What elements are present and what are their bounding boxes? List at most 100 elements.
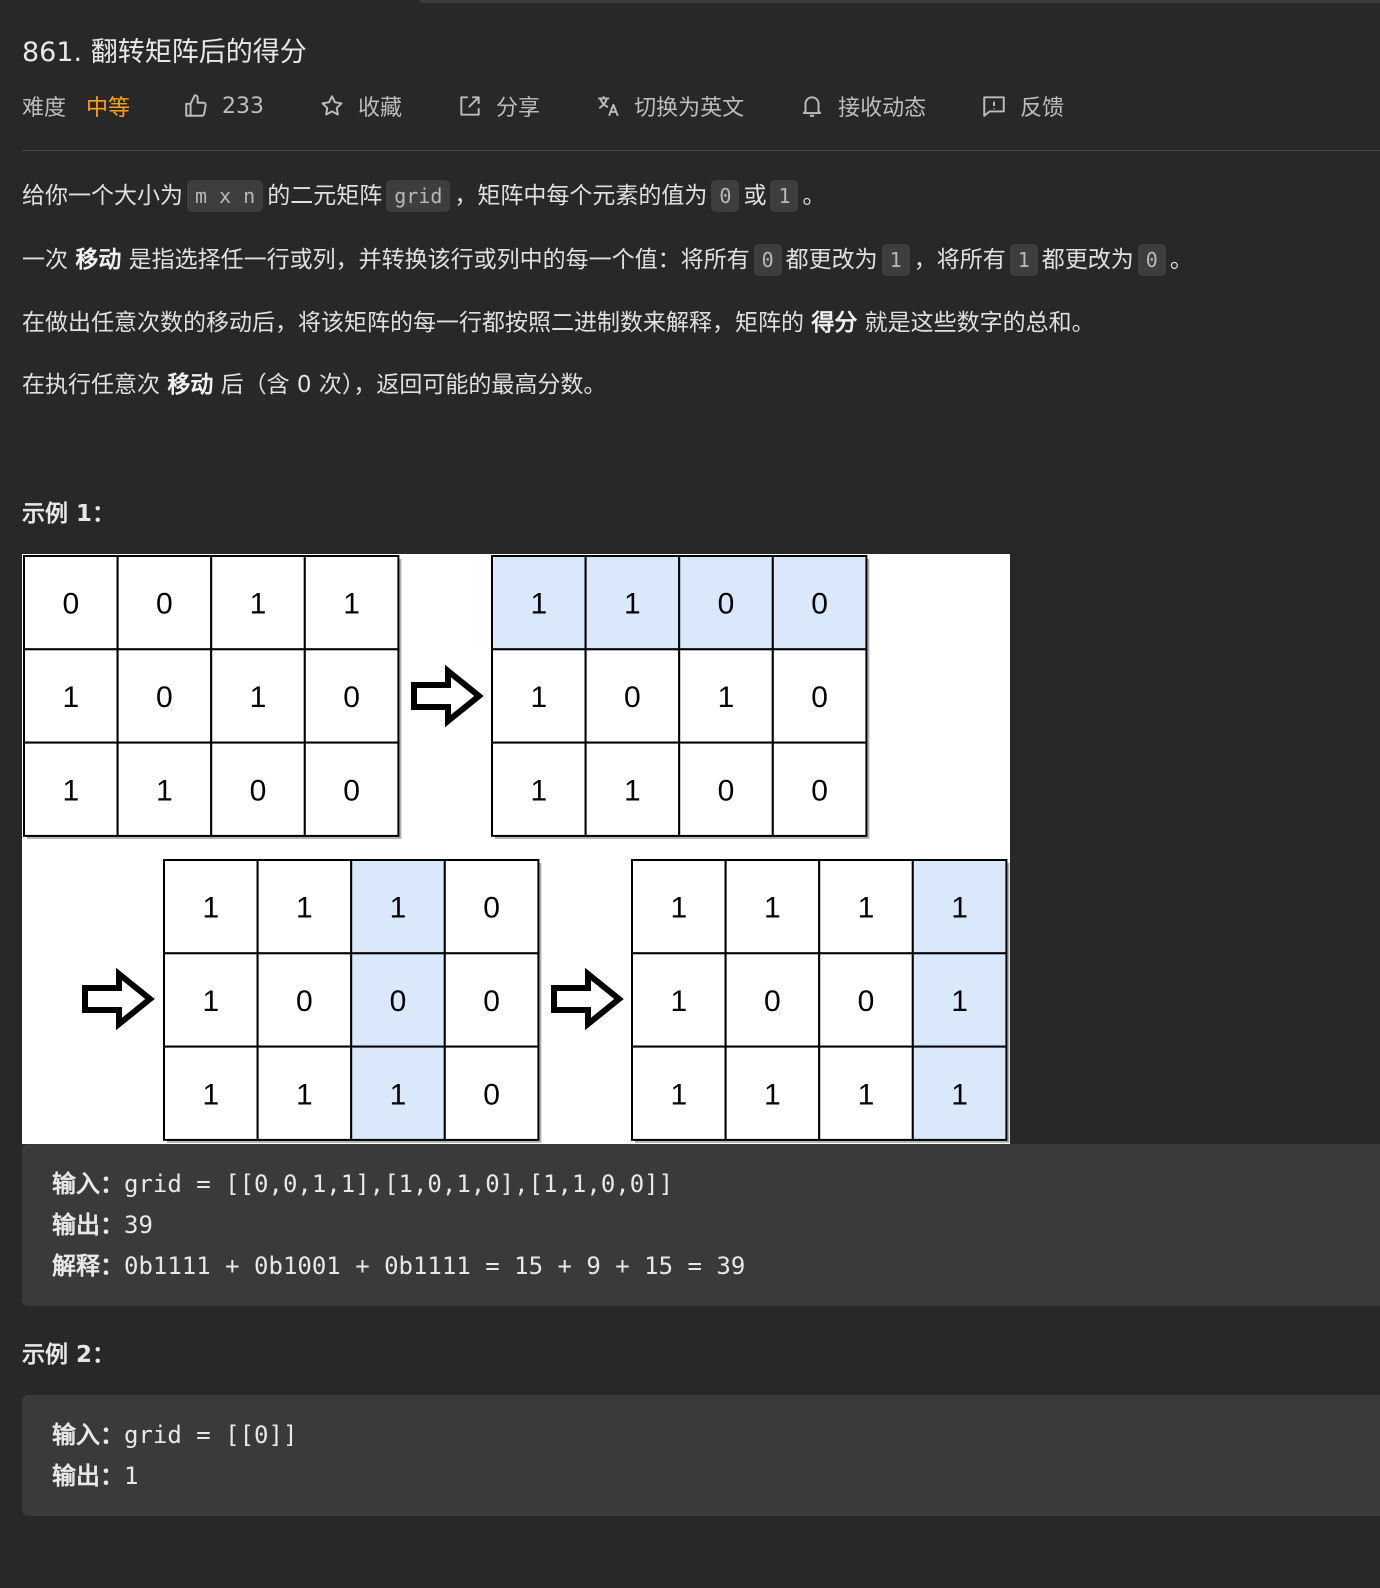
matrix-cell-value: 1 [202, 892, 219, 925]
description-paragraph-4: 在执行任意次 移动 后（含 0 次），返回可能的最高分数。 [22, 365, 606, 405]
text: 在执行任意次 [22, 372, 168, 398]
example-1-title: 示例 1： [22, 501, 116, 527]
matrix-cell-value: 1 [951, 985, 968, 1018]
matrix-cell-value: 0 [811, 774, 828, 807]
explain-value: 0b1111 + 0b1001 + 0b1111 = 15 + 9 + 15 =… [124, 1252, 746, 1280]
matrix-cell-value: 0 [156, 681, 173, 714]
input-value: grid = [[0,0,1,1],[1,0,1,0],[1,1,0,0]] [124, 1170, 674, 1198]
text: 。 [1169, 247, 1193, 273]
matrix-cell-value: 1 [670, 892, 687, 925]
star-icon [318, 92, 346, 120]
matrix-cell-value: 1 [764, 892, 781, 925]
text: 都更改为 [785, 247, 878, 273]
like-button[interactable]: 233 [182, 92, 264, 120]
text: 。 [802, 183, 826, 209]
matrix-flip-diagram: 0 0 1 11 0 1 01 1 0 01 1 0 01 0 1 01 1 0 01 1 1 01 0 0 01 1 1 01 1 1 1… [23, 555, 1010, 1143]
output-label: 输出： [52, 1211, 124, 1239]
matrix-cell-value: 0 [62, 588, 79, 621]
matrix-cell-value: 0 [343, 774, 360, 807]
matrix-cell-value: 1 [250, 588, 267, 621]
text: ，将所有 [913, 247, 1006, 273]
matrix-cell-value: 0 [718, 588, 735, 621]
feedback-button[interactable]: 反馈 [980, 90, 1064, 122]
matrix-cell-value: 1 [390, 892, 407, 925]
matrix-cell-value: 1 [250, 681, 267, 714]
input-label: 输入： [52, 1170, 124, 1198]
inline-code: 1 [770, 180, 799, 212]
description-paragraph-1: 给你一个大小为 m x n 的二元矩阵 grid ，矩阵中每个元素的值为 0 或 1。 [22, 176, 825, 216]
matrix-cell-value: 0 [858, 985, 875, 1018]
matrix-cell-value: 1 [156, 774, 173, 807]
matrix-grid-1: 0 0 1 1 1 0 1 0 1 1 0 0 [23, 555, 402, 839]
matrix-cell-value: 1 [296, 1078, 313, 1111]
bold-text: 得分 [811, 310, 858, 336]
matrix-cell-value: 1 [858, 1078, 875, 1111]
matrix-grid-4: 1 1 1 1 1 0 0 1 1 1 1 1 [631, 859, 1010, 1143]
feedback-label: 反馈 [1020, 96, 1065, 121]
example-2-title: 示例 2： [22, 1342, 116, 1368]
matrix-cell-value: 1 [530, 681, 547, 714]
example-1-explain-line: 解释：0b1111 + 0b1001 + 0b1111 = 15 + 9 + 1… [52, 1246, 1350, 1287]
input-label: 输入： [52, 1421, 124, 1449]
subscribe-button[interactable]: 接收动态 [798, 90, 926, 122]
inline-code: 0 [1137, 244, 1166, 276]
bold-text: 移动 [167, 372, 214, 398]
matrix-cell-value: 1 [530, 588, 547, 621]
switch-language-label: 切换为英文 [634, 96, 745, 121]
problem-meta-bar: 难度 中等 233 收藏 分享 切换为英文 接收动态 反馈 [22, 84, 1118, 128]
matrix-cell-value: 1 [670, 1078, 687, 1111]
matrix-cell-value: 0 [483, 985, 500, 1018]
text: 或 [743, 183, 767, 209]
bell-icon [798, 92, 826, 120]
matrix-cell-value: 0 [624, 681, 641, 714]
matrix-grid-2: 1 1 0 0 1 0 1 0 1 1 0 0 [491, 555, 870, 839]
example-1-output-line: 输出：39 [52, 1205, 1350, 1246]
inline-code: 1 [881, 244, 910, 276]
output-value: 1 [124, 1462, 139, 1490]
favorite-button[interactable]: 收藏 [318, 90, 402, 122]
input-value: grid = [[0]] [124, 1421, 298, 1449]
matrix-cell-value: 0 [250, 774, 267, 807]
matrix-cell-value: 1 [343, 588, 360, 621]
text: 给你一个大小为 [22, 183, 183, 209]
description-paragraph-2: 一次 移动 是指选择任一行或列，并转换该行或列中的每一个值：将所有 0 都更改为 1，… [22, 240, 1193, 280]
matrix-cell-value: 0 [718, 774, 735, 807]
example-1-figure: 0011101011001100101011001110100011101111… [22, 554, 1010, 1144]
share-button[interactable]: 分享 [456, 90, 540, 122]
matrix-cell-value: 1 [62, 681, 79, 714]
matrix-cell-value: 0 [156, 588, 173, 621]
top-border-line [420, 0, 1380, 3]
text: 后（含 0 次），返回可能的最高分数。 [213, 372, 607, 398]
output-label: 输出： [52, 1462, 124, 1490]
switch-language-button[interactable]: 切换为英文 [594, 90, 744, 122]
translate-icon [594, 92, 622, 120]
difficulty: 难度 中等 [22, 90, 130, 122]
text: 都更改为 [1041, 247, 1134, 273]
header-divider [22, 150, 1380, 151]
like-count: 233 [222, 93, 265, 119]
matrix-cell-value: 0 [764, 985, 781, 1018]
text: 在做出任意次数的移动后，将该矩阵的每一行都按照二进制数来解释，矩阵的 [22, 310, 812, 336]
matrix-grid-3: 1 1 1 0 1 0 0 0 1 1 1 0 [163, 859, 542, 1143]
matrix-cell-value: 1 [62, 774, 79, 807]
matrix-cell-value: 1 [390, 1078, 407, 1111]
matrix-cell-value: 1 [764, 1078, 781, 1111]
text: 的二元矩阵 [267, 183, 383, 209]
matrix-cell-value: 0 [483, 1078, 500, 1111]
matrix-cell-value: 1 [670, 985, 687, 1018]
difficulty-label: 难度 [22, 96, 67, 121]
bold-text: 移动 [75, 247, 122, 273]
example-1-input-line: 输入：grid = [[0,0,1,1],[1,0,1,0],[1,1,0,0]… [52, 1164, 1350, 1205]
text: 是指选择任一行或列，并转换该行或列中的每一个值：将所有 [121, 247, 750, 273]
right-arrow-icon [411, 664, 484, 728]
text: 就是这些数字的总和。 [857, 310, 1095, 336]
matrix-cell-value: 1 [202, 1078, 219, 1111]
thumbs-up-icon [182, 92, 210, 120]
inline-code: 1 [1009, 244, 1038, 276]
problem-title: 861. 翻转矩阵后的得分 [22, 37, 307, 68]
explain-label: 解释： [52, 1252, 124, 1280]
inline-code: 0 [753, 244, 782, 276]
matrix-cell-value: 0 [390, 985, 407, 1018]
example-1-code-block: 输入：grid = [[0,0,1,1],[1,0,1,0],[1,1,0,0]… [22, 1144, 1380, 1306]
matrix-cell-value: 1 [858, 892, 875, 925]
